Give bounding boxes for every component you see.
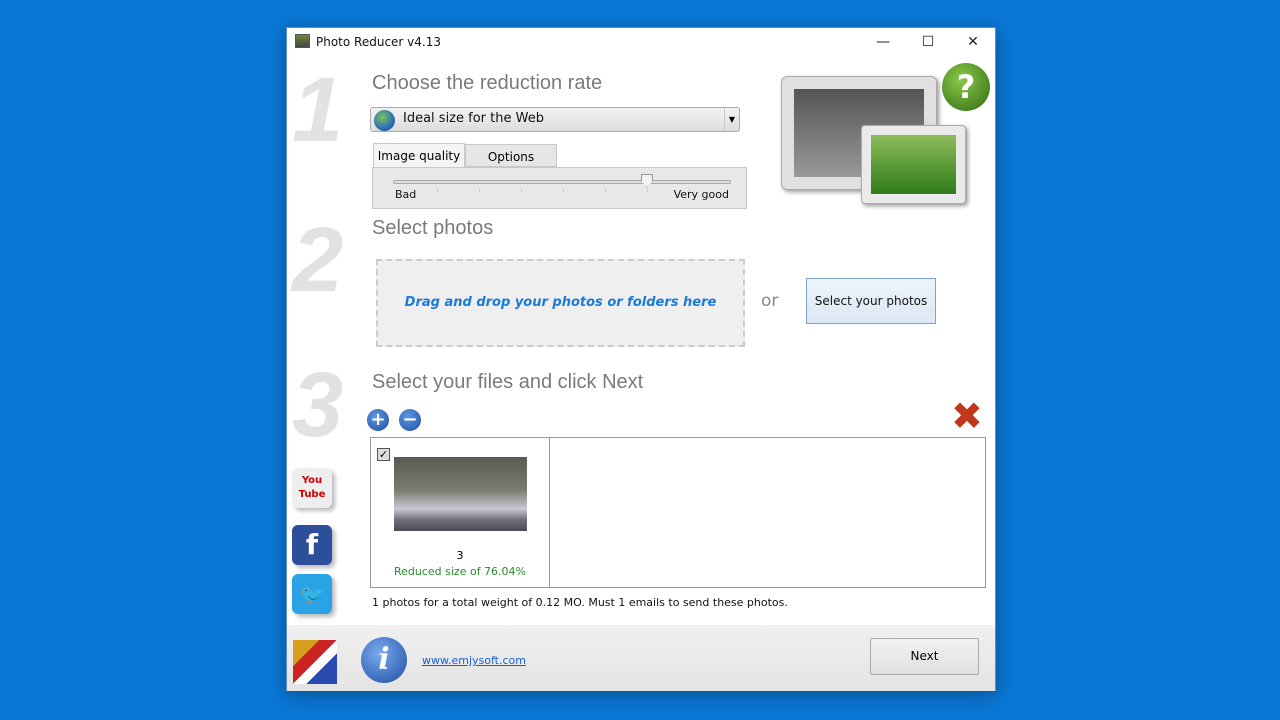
globe-icon <box>374 110 395 131</box>
file-thumbnail <box>394 457 527 531</box>
slider-tick <box>479 188 480 192</box>
slider-max-label: Very good <box>673 188 729 201</box>
slider-tick <box>521 188 522 192</box>
footer-bar: i www.emjysoft.com Next <box>287 625 995 691</box>
help-icon[interactable]: ? <box>942 63 990 111</box>
slider-tick <box>647 188 648 192</box>
step-number-3: 3 <box>292 354 344 456</box>
file-status: Reduced size of 76.04% <box>393 565 527 578</box>
info-icon[interactable]: i <box>361 637 407 683</box>
youtube-icon[interactable]: You Tube <box>292 468 332 508</box>
chevron-down-icon[interactable]: ▼ <box>724 108 739 131</box>
image-quality-panel: Bad Very good <box>372 167 747 209</box>
photo-fish-illustration <box>861 125 966 204</box>
step-number-2: 2 <box>292 209 344 311</box>
reduction-preset-dropdown[interactable]: Ideal size for the Web ▼ <box>370 107 740 132</box>
drop-zone[interactable]: Drag and drop your photos or folders her… <box>376 259 745 347</box>
minimize-button[interactable]: — <box>860 28 906 56</box>
maximize-button[interactable]: ☐ <box>905 28 951 56</box>
next-button[interactable]: Next <box>870 638 979 675</box>
slider-tick <box>437 188 438 192</box>
close-button[interactable]: ✕ <box>950 28 996 56</box>
select-photos-button[interactable]: Select your photos <box>806 278 936 324</box>
remove-icon[interactable]: − <box>399 409 421 431</box>
summary-text: 1 photos for a total weight of 0.12 MO. … <box>372 596 788 609</box>
step2-heading: Select photos <box>372 217 494 239</box>
add-icon[interactable]: + <box>367 409 389 431</box>
step-number-1: 1 <box>292 59 344 161</box>
website-link[interactable]: www.emjysoft.com <box>422 654 526 667</box>
file-name: 3 <box>456 549 464 562</box>
preset-value: Ideal size for the Web <box>403 111 544 126</box>
file-checkbox[interactable]: ✓ <box>377 448 390 461</box>
quality-slider[interactable] <box>393 180 731 184</box>
file-item[interactable]: ✓ 3 Reduced size of 76.04% <box>371 438 550 587</box>
step3-heading: Select your files and click Next <box>372 371 644 393</box>
language-flags-icon[interactable] <box>293 640 337 684</box>
quality-slider-thumb[interactable] <box>641 174 653 187</box>
title-bar: Photo Reducer v4.13 — ☐ ✕ <box>287 28 995 56</box>
or-label: or <box>761 291 779 311</box>
clear-list-icon[interactable]: ✖ <box>951 396 983 436</box>
app-window: Photo Reducer v4.13 — ☐ ✕ 1 2 3 Choose t… <box>286 27 996 691</box>
tab-options[interactable]: Options <box>465 144 557 167</box>
window-title: Photo Reducer v4.13 <box>316 35 441 49</box>
file-list: ✓ 3 Reduced size of 76.04% <box>370 437 986 588</box>
twitter-icon[interactable]: 🐦 <box>292 574 332 614</box>
tab-image-quality[interactable]: Image quality <box>373 143 465 168</box>
slider-tick <box>605 188 606 192</box>
app-icon <box>295 34 310 48</box>
slider-min-label: Bad <box>395 188 417 201</box>
step1-heading: Choose the reduction rate <box>372 72 603 94</box>
slider-tick <box>563 188 564 192</box>
facebook-icon[interactable]: f <box>292 525 332 565</box>
